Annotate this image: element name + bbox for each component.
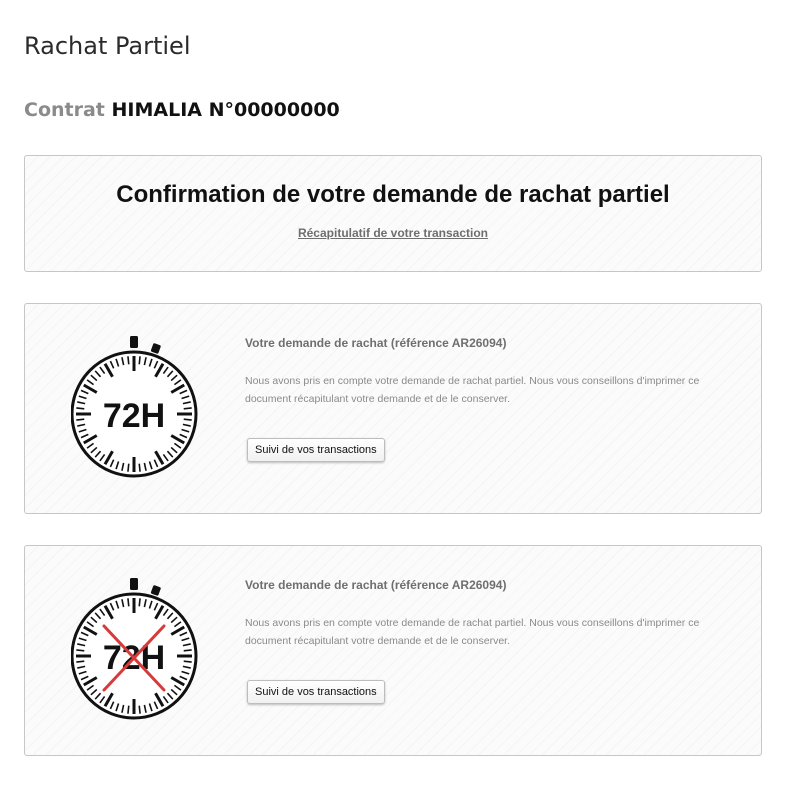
dial-tick <box>138 463 141 472</box>
dial-tick <box>76 649 85 652</box>
confirmation-panel: Confirmation de votre demande de rachat … <box>24 155 762 272</box>
dial-tick <box>76 660 85 663</box>
request-description: Nous avons pris en compte votre demande … <box>245 375 700 405</box>
stopwatch-72h-icon: 72H <box>71 336 201 486</box>
request-card: 72H Votre demande de rachat (référence A… <box>24 303 762 514</box>
request-title: Votre demande de rachat (référence AR260… <box>245 336 507 350</box>
dial-tick <box>183 418 192 421</box>
request-title: Votre demande de rachat (référence AR260… <box>245 578 507 592</box>
contract-prefix: Contrat <box>24 99 105 121</box>
stopwatch-72h-crossed-icon: 72H <box>71 578 201 728</box>
track-transactions-button[interactable]: Suivi de vos transactions <box>247 438 385 462</box>
transaction-summary-link[interactable]: Récapitulatif de votre transaction <box>25 225 761 241</box>
dial-tick <box>127 463 130 472</box>
dial-tick <box>183 407 192 410</box>
track-transactions-button[interactable]: Suivi de vos transactions <box>247 680 385 704</box>
dial-tick <box>183 660 192 663</box>
badge-text: 72H <box>103 397 165 435</box>
request-description: Nous avons pris en compte votre demande … <box>245 617 700 647</box>
dial-tick <box>127 598 130 607</box>
dial-tick <box>138 598 141 607</box>
dial-tick <box>183 649 192 652</box>
contract-line: Contrat HIMALIA N°00000000 <box>24 97 340 123</box>
dial-tick <box>127 356 130 365</box>
dial-tick <box>138 356 141 365</box>
request-card: 72H Votre demande de rachat (référence A… <box>24 545 762 756</box>
confirmation-title: Confirmation de votre demande de rachat … <box>116 181 670 208</box>
dial-tick <box>76 407 85 410</box>
dial-tick <box>127 705 130 714</box>
contract-number: HIMALIA N°00000000 <box>111 99 340 121</box>
dial-tick <box>76 418 85 421</box>
page-title: Rachat Partiel <box>24 32 191 60</box>
dial-tick <box>138 705 141 714</box>
